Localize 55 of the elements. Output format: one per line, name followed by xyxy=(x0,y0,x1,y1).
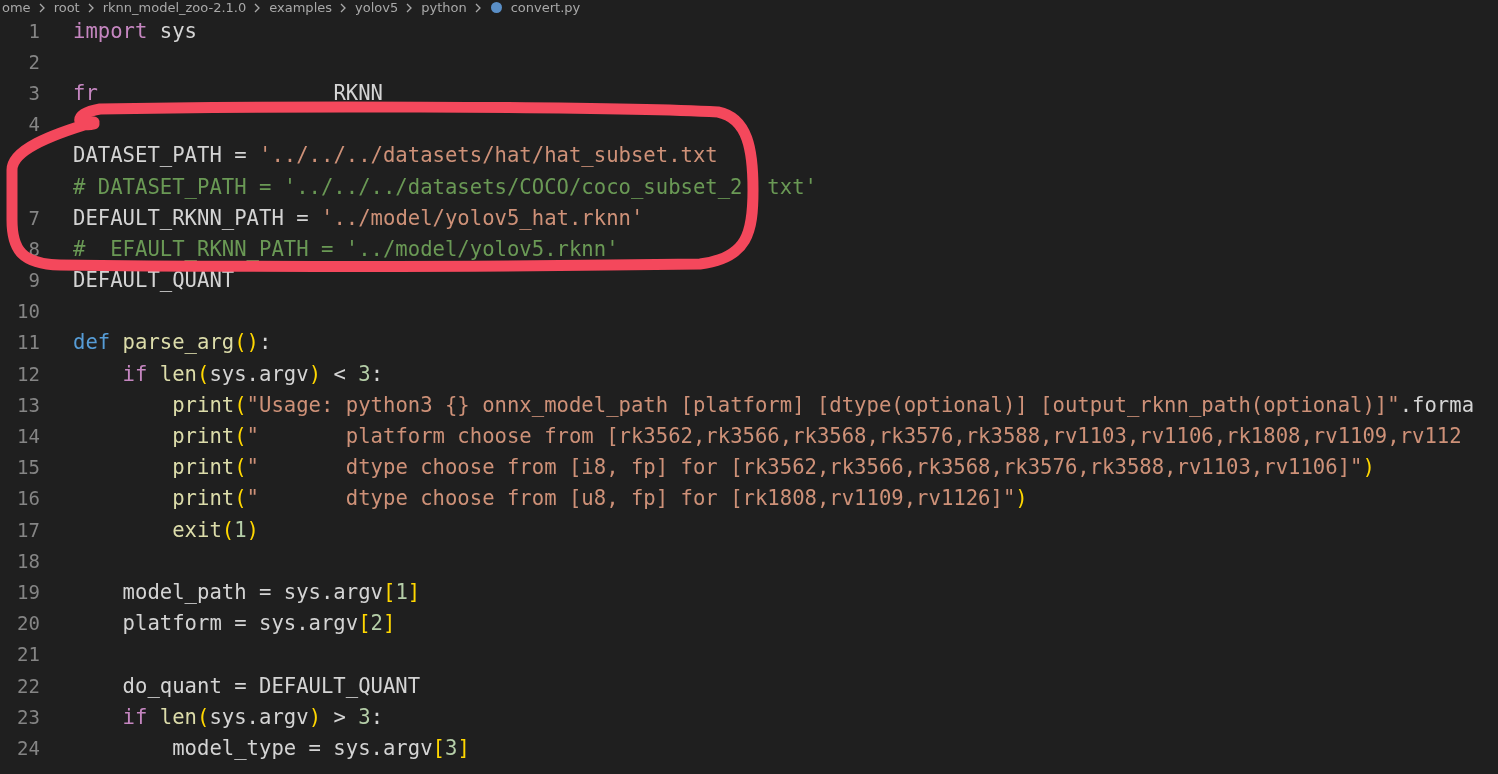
breadcrumb-item[interactable]: root xyxy=(53,0,80,15)
line-number: 24 xyxy=(16,736,40,759)
code-line: # EFAULT_RKNN_PATH = '../model/yolov5.rknn' xyxy=(73,236,619,261)
line-number: 23 xyxy=(16,705,40,728)
line-number: 21 xyxy=(16,643,40,666)
code-line: print(" platform choose from [rk3562,rk3566,rk3568,rk3576,rk3588,rv1103,rv1106,rk1808,rv1109,rv112 xyxy=(172,424,1462,449)
code-line: DEFAULT_RKNN_PATH = '../model/yolov5_hat.rknn' xyxy=(73,205,644,230)
line-number: 9 xyxy=(27,269,40,292)
code-line: print(" dtype choose from [i8, fp] for [rk3562,rk3566,rk3568,rk3576,rk3588,rv1103,rv1106]") xyxy=(172,455,1375,480)
line-number: 18 xyxy=(16,549,40,572)
line-number: 19 xyxy=(16,580,40,603)
line-number: 3 xyxy=(27,81,40,104)
line-number: 2 xyxy=(27,50,40,73)
code-line: print(" dtype choose from [u8, fp] for [rk1808,rv1109,rv1126]") xyxy=(172,486,1028,511)
line-number: 17 xyxy=(16,518,40,541)
code-line: # DATASET_PATH = '../../../datasets/COCO/coco_subset_2 txt' xyxy=(73,174,817,199)
code-line: do_quant = DEFAULT_QUANT xyxy=(122,673,421,698)
code-line: model_path = sys.argv[1] xyxy=(122,579,421,604)
line-number: 12 xyxy=(16,362,40,385)
code-line: platform = sys.argv[2] xyxy=(122,611,396,636)
breadcrumb-file[interactable]: convert.py xyxy=(510,0,581,15)
chevron-icon xyxy=(340,2,347,13)
line-number: 22 xyxy=(16,674,40,697)
line-number: 1 xyxy=(27,19,40,42)
code-line: print("Usage: python3 {} onnx_model_path [platform] [dtype(optional)] [output_rknn_path(optional)]".forma xyxy=(172,392,1475,417)
code-line: DATASET_PATH = '../../../datasets/hat/hat_subset.txt xyxy=(73,143,718,168)
line-number: 11 xyxy=(16,331,40,354)
chevron-icon xyxy=(406,2,414,13)
code-line: import sys xyxy=(73,18,197,43)
code-line: if len(sys.argv) < 3: xyxy=(122,361,384,386)
code-line: fr RKNN xyxy=(73,80,383,105)
code-line: def parse_arg(): xyxy=(73,330,272,355)
breadcrumb-item[interactable]: examples xyxy=(269,0,332,15)
chevron-icon xyxy=(38,2,46,13)
chevron-icon xyxy=(474,2,482,13)
chevron-icon xyxy=(87,2,95,13)
line-number: 4 xyxy=(27,113,40,136)
line-number: 8 xyxy=(27,237,40,260)
line-number: 14 xyxy=(16,425,40,448)
code-line: exit(1) xyxy=(172,517,259,542)
breadcrumb-item[interactable]: rknn_model_zoo-2.1.0 xyxy=(102,0,247,15)
line-number: 13 xyxy=(16,393,40,416)
python-file-icon xyxy=(489,1,503,14)
line-number: 10 xyxy=(16,300,40,323)
code-line: model_type = sys.argv[3] xyxy=(172,735,470,760)
line-number: 20 xyxy=(16,612,40,635)
breadcrumb-item[interactable]: ome xyxy=(2,0,31,15)
line-number: 16 xyxy=(16,487,40,510)
breadcrumb-item[interactable]: python xyxy=(421,0,467,15)
line-number: 15 xyxy=(16,456,40,479)
code-line: DEFAULT_QUANT xyxy=(73,268,235,293)
line-number: 7 xyxy=(27,206,40,229)
chevron-icon xyxy=(254,2,262,13)
code-line: if len(sys.argv) > 3: xyxy=(122,704,384,729)
breadcrumb-item[interactable]: yolov5 xyxy=(355,0,399,15)
